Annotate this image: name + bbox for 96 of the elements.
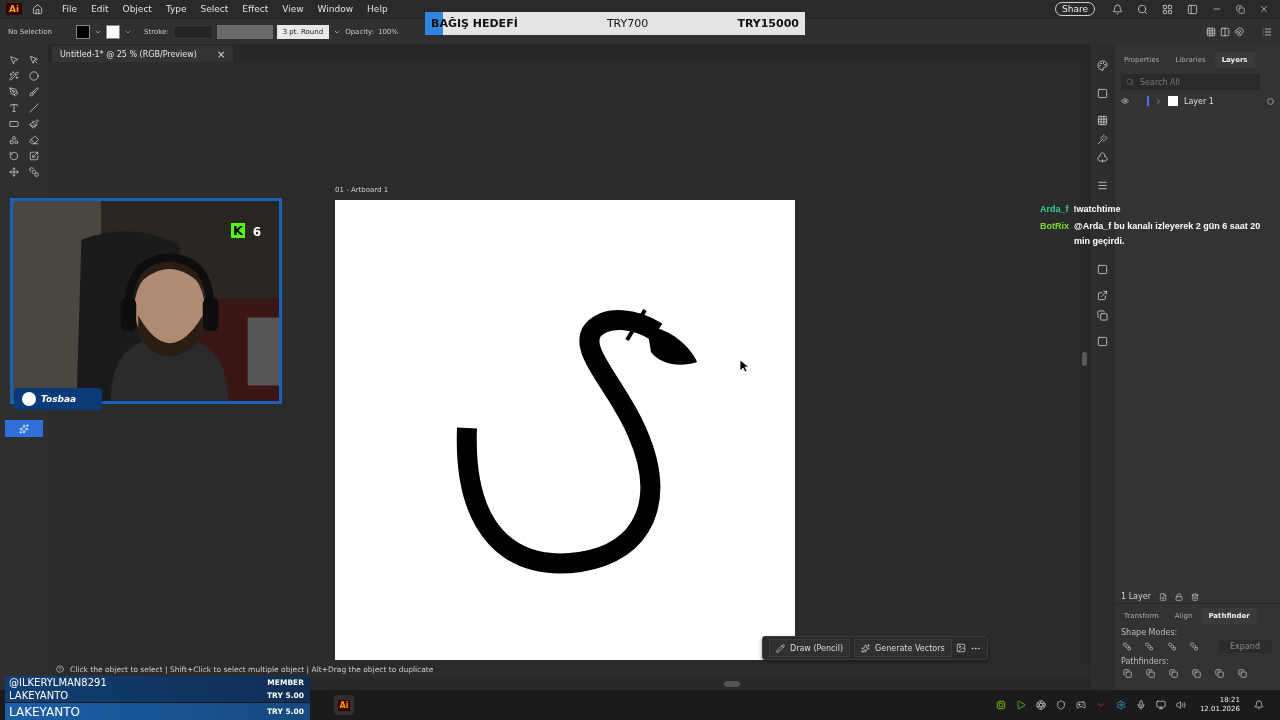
alert-name: LAKEYANTO <box>9 704 80 719</box>
document-tab[interactable]: Untitled-1* @ 25 % (RGB/Preview) × <box>52 46 234 62</box>
layer-thumbnail <box>1168 96 1178 106</box>
channel-name: Tosbaa <box>41 394 77 404</box>
pin-button[interactable] <box>5 420 43 437</box>
pathfinder-icon[interactable] <box>1215 669 1224 678</box>
sparkle-icon[interactable] <box>19 423 29 434</box>
pathfinder-icon[interactable] <box>1169 669 1178 678</box>
swatches-icon[interactable] <box>1097 115 1108 126</box>
chat-message: !watchtime <box>1073 203 1122 216</box>
menu-item[interactable]: Type <box>160 4 192 14</box>
pathfinder-icon[interactable] <box>1192 669 1201 678</box>
home-icon[interactable] <box>32 3 44 15</box>
pencil-icon <box>776 643 785 653</box>
cursor-icon <box>740 360 749 372</box>
layer-name[interactable]: Layer 1 <box>1184 96 1214 106</box>
shaper-tool-icon[interactable] <box>9 135 19 145</box>
chat-username: Arda_f <box>1040 203 1069 216</box>
alert-name: LAKEYANTO <box>9 690 69 701</box>
pathfinder-icon[interactable] <box>1238 669 1247 678</box>
shield-icon[interactable] <box>1055 700 1066 710</box>
context-button[interactable]: Generate Vectors <box>854 639 952 657</box>
donation-current-amount: TRY700 <box>606 17 649 30</box>
notification-bell-icon[interactable] <box>1254 700 1264 710</box>
chip-icon[interactable] <box>995 700 1006 710</box>
target-icon[interactable] <box>1267 97 1274 105</box>
magic-wand-tool-icon[interactable] <box>9 71 19 81</box>
menu-item[interactable]: Object <box>117 4 157 14</box>
chat-username: BotRix <box>1040 220 1069 233</box>
magnet-icon[interactable] <box>1234 26 1244 37</box>
monitor-icon[interactable] <box>1155 700 1166 710</box>
menu-item[interactable]: View <box>277 4 309 14</box>
menu-item[interactable]: Window <box>312 4 359 14</box>
volume-icon[interactable] <box>1175 700 1186 710</box>
palette-icon[interactable] <box>1097 60 1108 71</box>
type-tool-icon[interactable] <box>9 103 19 113</box>
scrollbar-thumb[interactable] <box>1081 352 1087 366</box>
pathfinder-icon[interactable] <box>1123 669 1132 678</box>
restore-icon[interactable] <box>1236 4 1245 14</box>
rectangle-tool-icon[interactable] <box>9 119 19 129</box>
eraser-tool-icon[interactable] <box>29 135 39 145</box>
stroke-icon[interactable] <box>1097 180 1108 191</box>
club-icon[interactable] <box>1097 152 1108 163</box>
chevron-right-icon[interactable] <box>1155 97 1162 105</box>
grid-icon[interactable] <box>1206 26 1216 37</box>
artboards-icon[interactable] <box>1097 310 1108 321</box>
panel-icon[interactable] <box>1187 3 1198 15</box>
pen-tool-icon[interactable] <box>9 87 19 97</box>
selection-tool-icon[interactable] <box>9 55 19 65</box>
microphone-icon[interactable] <box>1135 700 1146 710</box>
scale-tool-icon[interactable] <box>29 151 39 161</box>
export-icon[interactable] <box>1097 290 1108 301</box>
help-icon <box>56 665 64 673</box>
image-settings-icon[interactable] <box>955 643 966 653</box>
chat-message: @Arda_f bu kanalı izleyerek 2 gün 6 saat 20 min geçirdi. <box>1074 220 1262 248</box>
lock-icon[interactable] <box>1174 592 1183 601</box>
list-icon[interactable] <box>1262 26 1272 37</box>
gear-icon[interactable] <box>1115 700 1126 710</box>
stroke-swatch[interactable] <box>106 24 120 39</box>
play-icon[interactable] <box>1015 700 1026 710</box>
fill-swatch[interactable] <box>76 24 90 39</box>
visibility-eye-icon[interactable] <box>1121 97 1129 105</box>
notification-bell-icon[interactable] <box>1112 3 1123 15</box>
taskbar-app[interactable]: Ai <box>334 695 354 715</box>
sparkle-icon <box>861 643 871 653</box>
alert-name: @ILKERYLMAN8291 <box>9 677 107 688</box>
layer-count: 1 Layer <box>1121 592 1151 601</box>
search-icon <box>1126 78 1134 86</box>
channel-logo-icon <box>22 392 36 406</box>
variable-width-field[interactable] <box>216 24 273 39</box>
trash-icon[interactable] <box>1190 592 1199 601</box>
scrollbar-thumb[interactable] <box>724 681 740 687</box>
direct-selection-tool-icon[interactable] <box>29 55 39 65</box>
menu-item[interactable]: File <box>57 4 83 14</box>
menu-item[interactable]: Help <box>362 4 393 14</box>
menu-item[interactable]: Edit <box>86 4 114 14</box>
menu-item[interactable]: Select <box>195 4 234 14</box>
align-icon[interactable] <box>1220 26 1230 37</box>
app-logo: Ai <box>6 3 23 15</box>
rotate-tool-icon[interactable] <box>9 151 19 161</box>
context-button[interactable]: Draw (Pencil) <box>769 639 851 657</box>
pathfinder-icon[interactable] <box>1146 669 1155 678</box>
shape-modes-label: Shape Modes: <box>1120 627 1179 639</box>
close-tab-button[interactable]: × <box>216 48 226 60</box>
close-icon[interactable] <box>1259 4 1269 14</box>
donation-target-amount: TRY15000 <box>737 17 799 30</box>
line-tool-icon[interactable] <box>29 103 39 113</box>
paintbrush-tool-icon[interactable] <box>29 119 39 129</box>
new-layer-icon[interactable] <box>1158 592 1167 601</box>
aperture-icon[interactable] <box>1035 700 1046 710</box>
gamepad-icon[interactable] <box>1075 700 1086 710</box>
search-icon[interactable] <box>1137 3 1148 15</box>
pathfinders-label: Pathfinders: <box>1120 656 1170 668</box>
workspace-icon[interactable] <box>1162 3 1173 15</box>
viewer-count: 6 <box>252 225 261 239</box>
menu-item[interactable]: Effect <box>237 4 274 14</box>
